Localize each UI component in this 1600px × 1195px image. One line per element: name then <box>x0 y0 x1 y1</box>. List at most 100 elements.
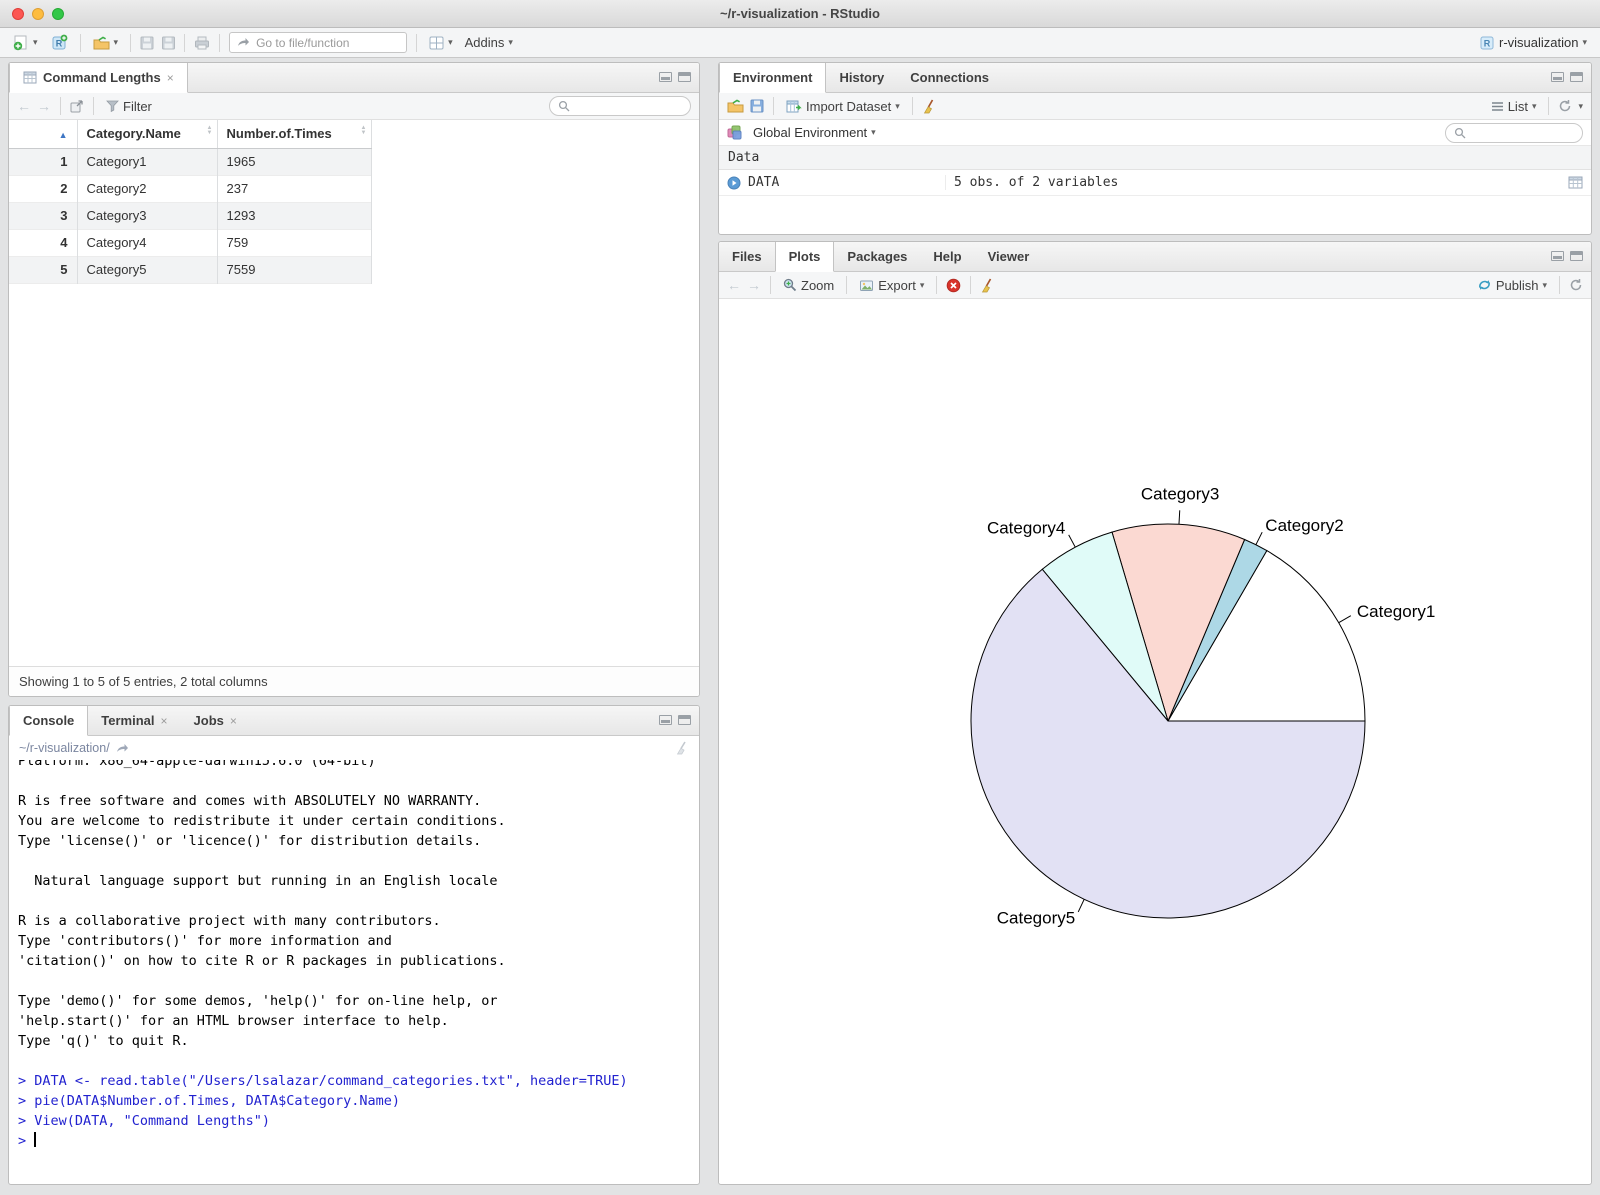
column-header-category-name[interactable]: Category.Name ▲ ▼ <box>77 120 218 149</box>
minimize-pane-icon[interactable] <box>1551 251 1564 261</box>
table-row[interactable]: 2 Category2 237 <box>9 175 372 202</box>
data-table: ▲ Category.Name ▲ ▼ Number.of.Times ▲ ▼ 1C… <box>9 120 372 284</box>
rownum-header[interactable]: ▲ <box>9 120 78 149</box>
remove-plot-icon[interactable] <box>946 278 961 293</box>
minimize-pane-icon[interactable] <box>1551 72 1564 82</box>
forward-icon[interactable]: → <box>37 98 51 114</box>
table-cell: 4 <box>9 229 78 256</box>
maximize-pane-icon[interactable] <box>678 715 691 725</box>
console-pane: Console Terminal × Jobs × ~/r-visualizatio… <box>8 705 700 1185</box>
back-icon[interactable]: ← <box>17 98 31 114</box>
open-file-button[interactable]: ▾ <box>90 34 122 52</box>
workspace-panes-button[interactable]: ▾ <box>426 34 456 52</box>
tab-label: Command Lengths <box>43 70 161 85</box>
tab-history[interactable]: History <box>826 63 897 92</box>
close-icon[interactable]: × <box>230 714 237 728</box>
tab-terminal[interactable]: Terminal × <box>88 706 180 735</box>
open-folder-icon <box>93 35 110 50</box>
addins-button[interactable]: Addins ▾ <box>462 33 516 52</box>
working-directory-bar: ~/r-visualization/ <box>9 736 699 760</box>
environment-scope-dropdown[interactable]: Global Environment ▾ <box>750 123 879 142</box>
tab-console[interactable]: Console <box>9 706 89 736</box>
new-project-button[interactable]: R <box>47 32 71 53</box>
chevron-down-icon: ▾ <box>33 37 38 47</box>
list-view-button[interactable]: List ▾ <box>1488 97 1540 116</box>
tab-packages[interactable]: Packages <box>834 242 920 271</box>
table-row[interactable]: 5 Category5 7559 <box>9 256 372 283</box>
close-icon[interactable]: × <box>161 714 168 728</box>
previous-plot-icon[interactable]: ← <box>727 277 741 293</box>
table-row[interactable]: 3 Category3 1293 <box>9 202 372 229</box>
table-search-box[interactable] <box>549 96 691 116</box>
goto-directory-icon[interactable] <box>116 743 129 754</box>
table-row[interactable]: 4 Category4 759 <box>9 229 372 256</box>
sort-toggle-icon[interactable]: ▲ ▼ <box>207 125 213 136</box>
table-search-input[interactable] <box>575 99 675 113</box>
sort-toggle-icon[interactable]: ▲ ▼ <box>361 125 367 136</box>
open-in-new-window-icon[interactable] <box>70 99 84 113</box>
environment-search-input[interactable] <box>1471 125 1571 140</box>
goto-arrow-icon <box>237 37 250 48</box>
refresh-icon[interactable] <box>1558 99 1572 113</box>
goto-file-input[interactable] <box>256 35 412 50</box>
titlebar: ~/r-visualization - RStudio <box>0 0 1600 28</box>
view-table-icon[interactable] <box>1568 176 1583 189</box>
goto-file-search[interactable] <box>229 32 412 53</box>
chevron-down-icon: ▾ <box>871 127 876 137</box>
tab-plots[interactable]: Plots <box>774 242 835 272</box>
tab-jobs[interactable]: Jobs × <box>181 706 250 735</box>
pie-label-Category4: Category4 <box>987 519 1065 538</box>
table-row[interactable]: 1 Category1 1965 <box>9 148 372 175</box>
close-icon[interactable]: × <box>167 71 174 85</box>
export-label: Export <box>878 277 916 293</box>
chevron-down-icon: ▾ <box>508 37 513 47</box>
tab-viewer[interactable]: Viewer <box>975 242 1043 271</box>
environment-search-box[interactable] <box>1445 122 1583 143</box>
sort-ascending-icon: ▲ <box>58 130 68 141</box>
maximize-pane-icon[interactable] <box>1570 72 1583 82</box>
console-output[interactable]: Platform: x86_64-apple-darwin15.6.0 (64-… <box>9 760 699 1184</box>
environment-object-row[interactable]: DATA 5 obs. of 2 variables <box>719 170 1591 196</box>
zoom-plot-button[interactable]: Zoom <box>780 276 837 295</box>
project-cube-icon: R <box>1479 35 1495 51</box>
refresh-plot-icon[interactable] <box>1569 278 1583 292</box>
table-status-bar: Showing 1 to 5 of 5 entries, 2 total col… <box>9 666 699 696</box>
expand-object-icon[interactable] <box>727 176 741 190</box>
tab-command-lengths[interactable]: Command Lengths × <box>9 63 188 93</box>
console-prompt[interactable]: > <box>18 1131 690 1151</box>
column-header-number-of-times[interactable]: Number.of.Times ▲ ▼ <box>217 120 372 149</box>
zoom-magnifier-icon <box>783 278 797 292</box>
filter-button[interactable]: Filter <box>103 97 155 116</box>
table-cell: 1965 <box>217 148 372 175</box>
project-menu-button[interactable]: R r-visualization ▾ <box>1476 33 1590 53</box>
publish-button[interactable]: Publish ▾ <box>1474 276 1550 295</box>
pie-label-Category5: Category5 <box>997 908 1075 927</box>
maximize-pane-icon[interactable] <box>1570 251 1583 261</box>
tab-help[interactable]: Help <box>920 242 974 271</box>
clear-all-plots-broom-icon[interactable] <box>980 278 995 293</box>
maximize-pane-icon[interactable] <box>678 72 691 82</box>
tab-files[interactable]: Files <box>719 242 775 271</box>
text-cursor <box>34 1132 37 1147</box>
svg-text:R: R <box>1484 38 1491 48</box>
table-cell: 5 <box>9 256 78 283</box>
export-plot-button[interactable]: Export ▾ <box>856 276 927 295</box>
clear-console-broom-icon[interactable] <box>675 741 689 755</box>
import-dataset-button[interactable]: Import Dataset ▾ <box>783 97 903 116</box>
print-icon[interactable] <box>194 36 210 50</box>
new-file-button[interactable]: ▾ <box>10 33 41 53</box>
clear-objects-broom-icon[interactable] <box>922 99 937 114</box>
tab-environment[interactable]: Environment <box>719 63 827 93</box>
minimize-pane-icon[interactable] <box>659 715 672 725</box>
next-plot-icon[interactable]: → <box>747 277 761 293</box>
save-icon[interactable] <box>140 36 154 50</box>
load-workspace-icon[interactable] <box>727 99 744 113</box>
minimize-pane-icon[interactable] <box>659 72 672 82</box>
tab-connections[interactable]: Connections <box>897 63 1002 92</box>
environment-toolbar: Import Dataset ▾ List ▾ ▾ <box>719 93 1591 120</box>
save-workspace-icon[interactable] <box>750 99 764 113</box>
new-file-icon <box>13 35 29 51</box>
save-all-icon[interactable] <box>160 36 176 50</box>
chevron-down-icon: ▾ <box>919 279 925 290</box>
pie-label-Category3: Category3 <box>1141 484 1219 503</box>
